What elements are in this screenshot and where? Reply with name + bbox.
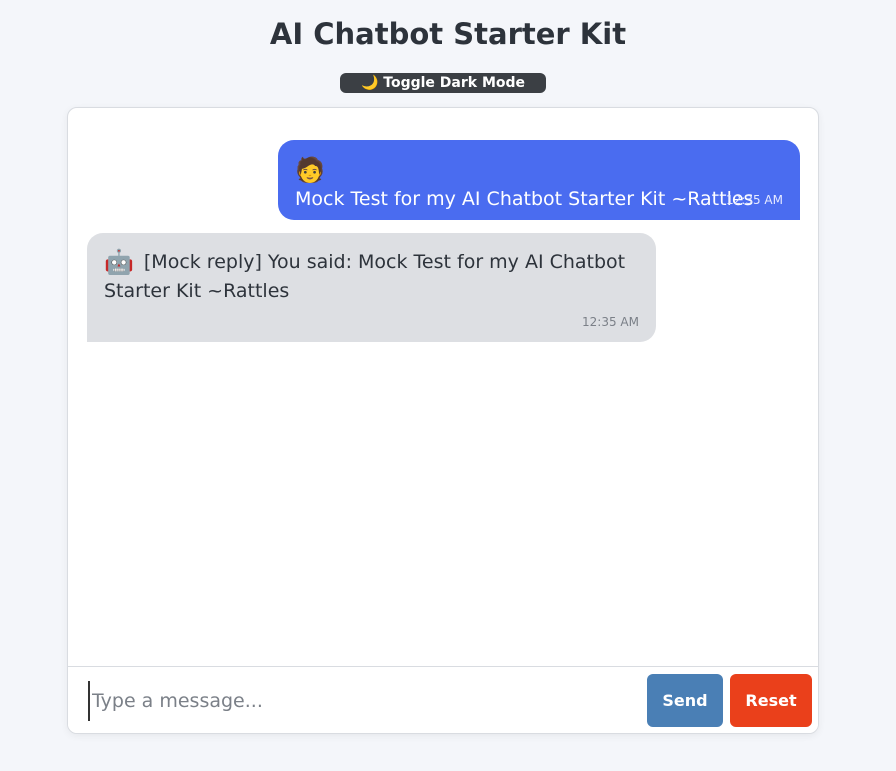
- chat-window: 🧑 Mock Test for my AI Chatbot Starter Kit…: [67, 107, 819, 734]
- user-avatar-icon: 🧑: [295, 156, 325, 184]
- user-message: 🧑 Mock Test for my AI Chatbot Starter Kit…: [278, 140, 800, 220]
- bot-message: 🤖 [Mock reply] You said: Mock Test for my…: [87, 233, 656, 342]
- robot-avatar-icon: 🤖: [104, 248, 134, 276]
- user-message-time: 12:35 AM: [726, 193, 783, 207]
- reset-button[interactable]: Reset: [730, 674, 812, 727]
- bot-message-text: [Mock reply] You said: Mock Test for my …: [104, 251, 626, 302]
- send-button[interactable]: Send: [647, 674, 723, 727]
- page-title: AI Chatbot Starter Kit: [269, 17, 627, 51]
- user-message-text: Mock Test for my AI Chatbot Starter Kit …: [295, 188, 754, 210]
- toggle-dark-mode-button[interactable]: 🌙 Toggle Dark Mode: [340, 73, 546, 93]
- message-input[interactable]: [88, 681, 638, 721]
- bot-message-time: 12:35 AM: [582, 315, 639, 329]
- composer-bar: Send Reset: [68, 666, 818, 733]
